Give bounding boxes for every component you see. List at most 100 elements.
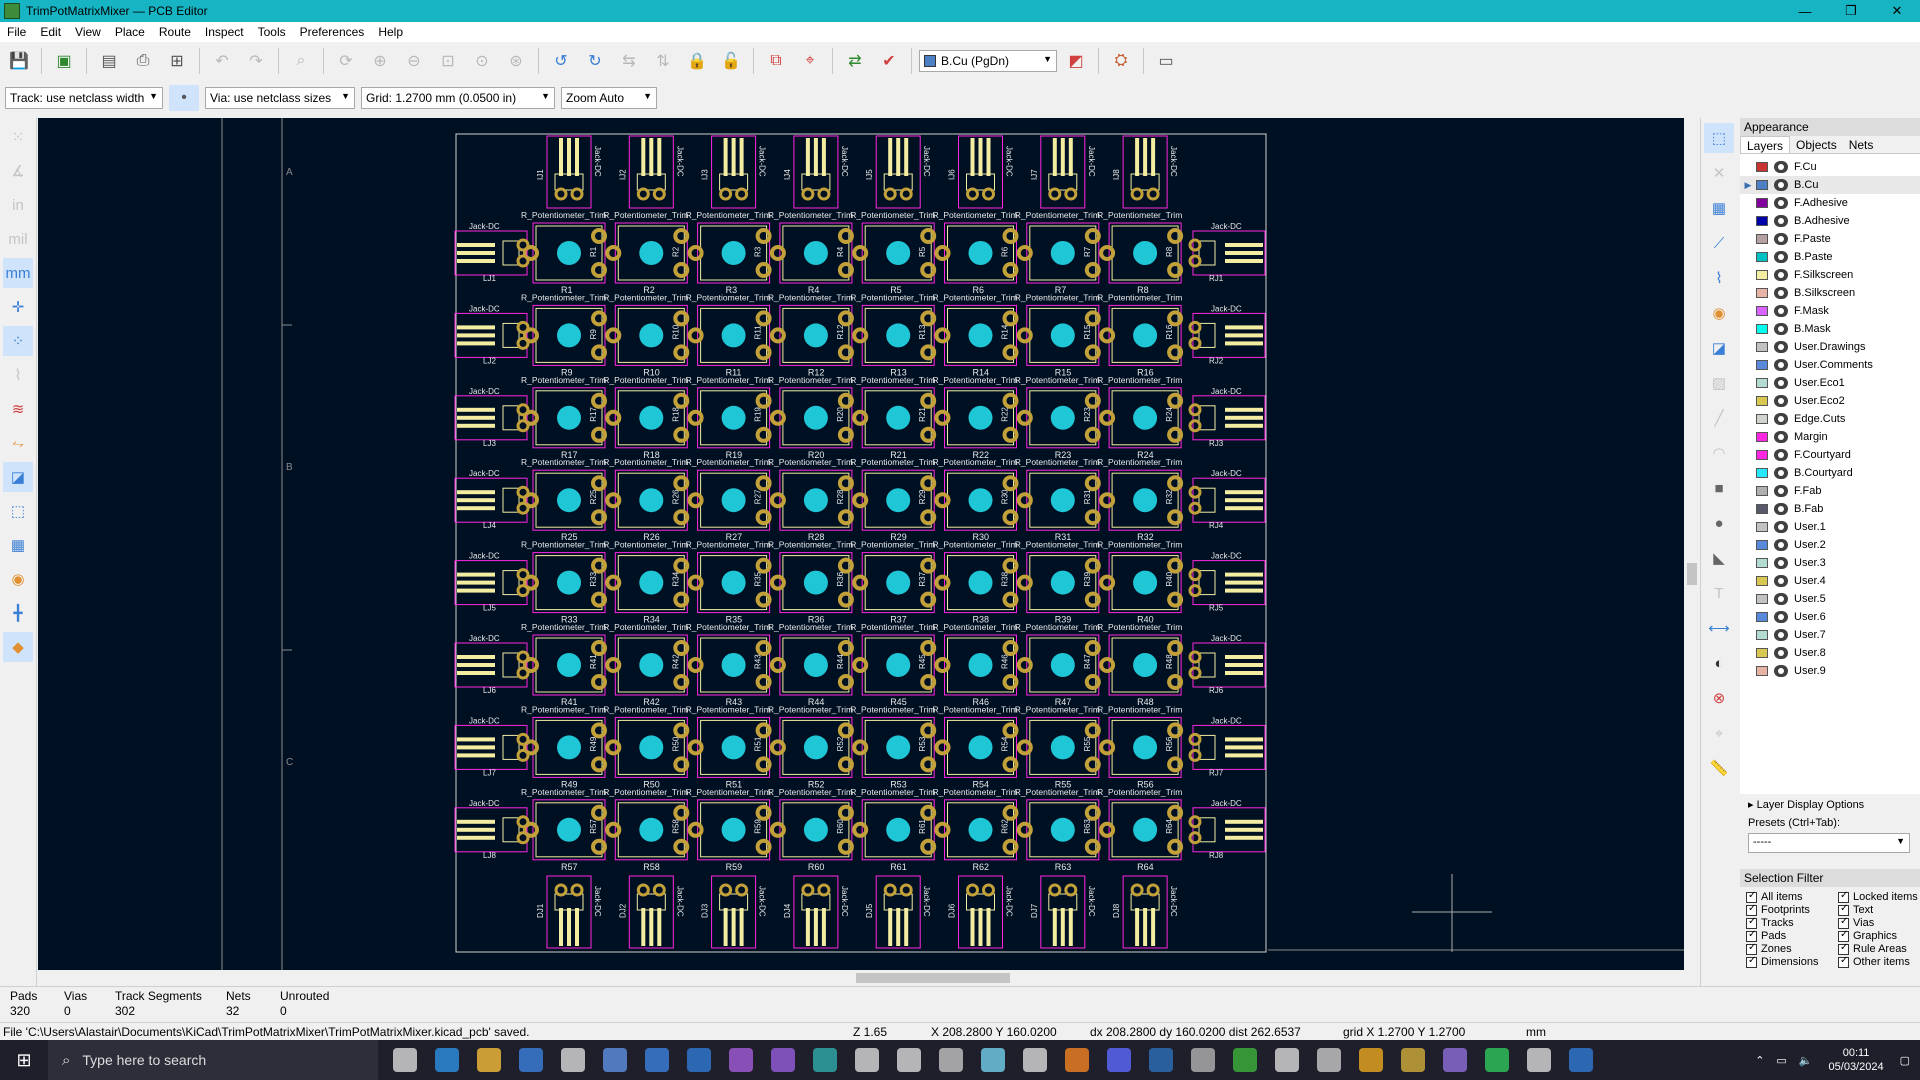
layer-color-swatch[interactable] (1756, 432, 1768, 442)
vertical-scrollbar[interactable] (1684, 118, 1700, 970)
layer-row-user-eco1[interactable]: User.Eco1 (1740, 374, 1920, 392)
tray-chevron-icon[interactable]: ⌃ (1755, 1054, 1764, 1067)
taskbar-app-icon[interactable] (930, 1040, 972, 1080)
local-ratsnest-icon[interactable]: ✕ (1704, 158, 1734, 188)
layer-color-swatch[interactable] (1756, 306, 1768, 316)
layer-color-swatch[interactable] (1756, 594, 1768, 604)
taskbar-app-icon[interactable] (678, 1040, 720, 1080)
taskbar-app-icon[interactable] (1308, 1040, 1350, 1080)
taskbar-app-icon[interactable] (510, 1040, 552, 1080)
tab-nets[interactable]: Nets (1843, 136, 1880, 153)
checkbox[interactable] (1746, 955, 1757, 968)
grid-dots-icon[interactable]: ⁙ (3, 122, 33, 152)
taskbar-app-icon[interactable] (594, 1040, 636, 1080)
layer-row-b-paste[interactable]: B.Paste (1740, 248, 1920, 266)
save-icon[interactable]: 💾 (4, 46, 34, 76)
draw-arc-icon[interactable]: ◠ (1704, 438, 1734, 468)
pcb-canvas[interactable]: A B C R_Potentiometer_Trim R1 R1 R_Potentiomet… (38, 118, 1684, 970)
menu-inspect[interactable]: Inspect (198, 25, 251, 39)
taskbar-app-icon[interactable] (846, 1040, 888, 1080)
layer-color-swatch[interactable] (1756, 450, 1768, 460)
visibility-eye-icon[interactable] (1774, 161, 1788, 173)
taskbar-app-icon[interactable] (1140, 1040, 1182, 1080)
undo-icon[interactable]: ↶ (207, 46, 237, 76)
board-drawing[interactable]: ABCR_Potentiometer_TrimR1R1R_Potentiomet… (38, 118, 1684, 970)
layer-row-f-paste[interactable]: F.Paste (1740, 230, 1920, 248)
filter-footprints[interactable]: Footprints (1746, 903, 1838, 916)
zoom-fit-icon[interactable]: ⊡ (433, 46, 463, 76)
print-icon[interactable]: ⎙ (128, 46, 158, 76)
layer-display-options[interactable]: ▸ Layer Display Options (1740, 794, 1920, 815)
layer-row-f-silkscreen[interactable]: F.Silkscreen (1740, 266, 1920, 284)
visibility-eye-icon[interactable] (1774, 539, 1788, 551)
via-display-icon[interactable]: ◉ (3, 564, 33, 594)
visibility-eye-icon[interactable] (1774, 575, 1788, 587)
checkbox[interactable] (1838, 903, 1849, 916)
volume-icon[interactable]: 🔈 (1799, 1054, 1813, 1067)
active-layer-select[interactable]: B.Cu (PgDn) ▼ (919, 50, 1057, 72)
board-setup-icon[interactable]: ▣ (49, 46, 79, 76)
notifications-icon[interactable]: ▢ (1900, 1054, 1910, 1067)
taskbar-app-icon[interactable] (1518, 1040, 1560, 1080)
visibility-eye-icon[interactable] (1774, 611, 1788, 623)
zoom-select[interactable]: Zoom Auto ▼ (561, 87, 657, 109)
visibility-eye-icon[interactable] (1774, 251, 1788, 263)
drc-icon[interactable]: ✔ (874, 46, 904, 76)
visibility-eye-icon[interactable] (1774, 647, 1788, 659)
taskbar-app-icon[interactable] (1014, 1040, 1056, 1080)
delete-icon[interactable]: ⊗ (1704, 683, 1734, 713)
layer-color-swatch[interactable] (1756, 288, 1768, 298)
layer-color-swatch[interactable] (1756, 666, 1768, 676)
checkbox[interactable] (1746, 916, 1757, 929)
layer-color-swatch[interactable] (1756, 576, 1768, 586)
checkbox[interactable] (1838, 942, 1849, 955)
layer-row-f-mask[interactable]: F.Mask (1740, 302, 1920, 320)
taskbar-app-icon[interactable] (1098, 1040, 1140, 1080)
tune-length-icon[interactable]: ⌇ (1704, 263, 1734, 293)
layer-color-swatch[interactable] (1756, 180, 1768, 190)
visibility-eye-icon[interactable] (1774, 323, 1788, 335)
show-ratsnest-icon[interactable]: ⁘ (3, 326, 33, 356)
layer-row-b-mask[interactable]: B.Mask (1740, 320, 1920, 338)
via-size-select[interactable]: Via: use netclass sizes ▼ (205, 87, 355, 109)
visibility-eye-icon[interactable] (1774, 557, 1788, 569)
layer-row-b-adhesive[interactable]: B.Adhesive (1740, 212, 1920, 230)
checkbox[interactable] (1838, 929, 1849, 942)
windows-start-icon[interactable]: ⊞ (0, 1040, 48, 1080)
layer-row-f-fab[interactable]: F.Fab (1740, 482, 1920, 500)
filter-tracks[interactable]: Tracks (1746, 916, 1838, 929)
layer-row-user-drawings[interactable]: User.Drawings (1740, 338, 1920, 356)
checkbox[interactable] (1838, 955, 1849, 968)
visibility-eye-icon[interactable] (1774, 503, 1788, 515)
layer-color-swatch[interactable] (1756, 360, 1768, 370)
units-inch-icon[interactable]: in (3, 190, 33, 220)
flip-icon[interactable]: ⇅ (648, 46, 678, 76)
layer-row-b-silkscreen[interactable]: B.Silkscreen (1740, 284, 1920, 302)
taskbar-app-icon[interactable] (1224, 1040, 1266, 1080)
taskbar-app-icon[interactable] (720, 1040, 762, 1080)
filter-zones[interactable]: Zones (1746, 942, 1838, 955)
route-track-icon[interactable]: ⟋ (1704, 228, 1734, 258)
layer-row-user-5[interactable]: User.5 (1740, 590, 1920, 608)
scripting-console-icon[interactable]: ⛭ (1106, 46, 1136, 76)
filter-vias[interactable]: Vias (1838, 916, 1920, 929)
visibility-eye-icon[interactable] (1774, 233, 1788, 245)
layer-color-swatch[interactable] (1756, 198, 1768, 208)
update-pcb-icon[interactable]: ⇄ (840, 46, 870, 76)
find-icon[interactable]: ⌕ (286, 46, 316, 76)
checkbox[interactable] (1746, 942, 1757, 955)
menu-tools[interactable]: Tools (251, 25, 293, 39)
layer-color-swatch[interactable] (1756, 486, 1768, 496)
checkbox[interactable] (1838, 890, 1849, 903)
place-origin-icon[interactable]: ◐ (1704, 648, 1734, 678)
pad-display-icon[interactable]: ▦ (3, 530, 33, 560)
unlock-icon[interactable]: 🔓 (716, 46, 746, 76)
draw-rectangle-icon[interactable]: ■ (1704, 473, 1734, 503)
visibility-eye-icon[interactable] (1774, 341, 1788, 353)
visibility-eye-icon[interactable] (1774, 269, 1788, 281)
rule-area-icon[interactable]: ▨ (1704, 368, 1734, 398)
layer-row-f-adhesive[interactable]: F.Adhesive (1740, 194, 1920, 212)
taskbar-app-icon[interactable] (888, 1040, 930, 1080)
visibility-eye-icon[interactable] (1774, 449, 1788, 461)
layer-row-user-7[interactable]: User.7 (1740, 626, 1920, 644)
